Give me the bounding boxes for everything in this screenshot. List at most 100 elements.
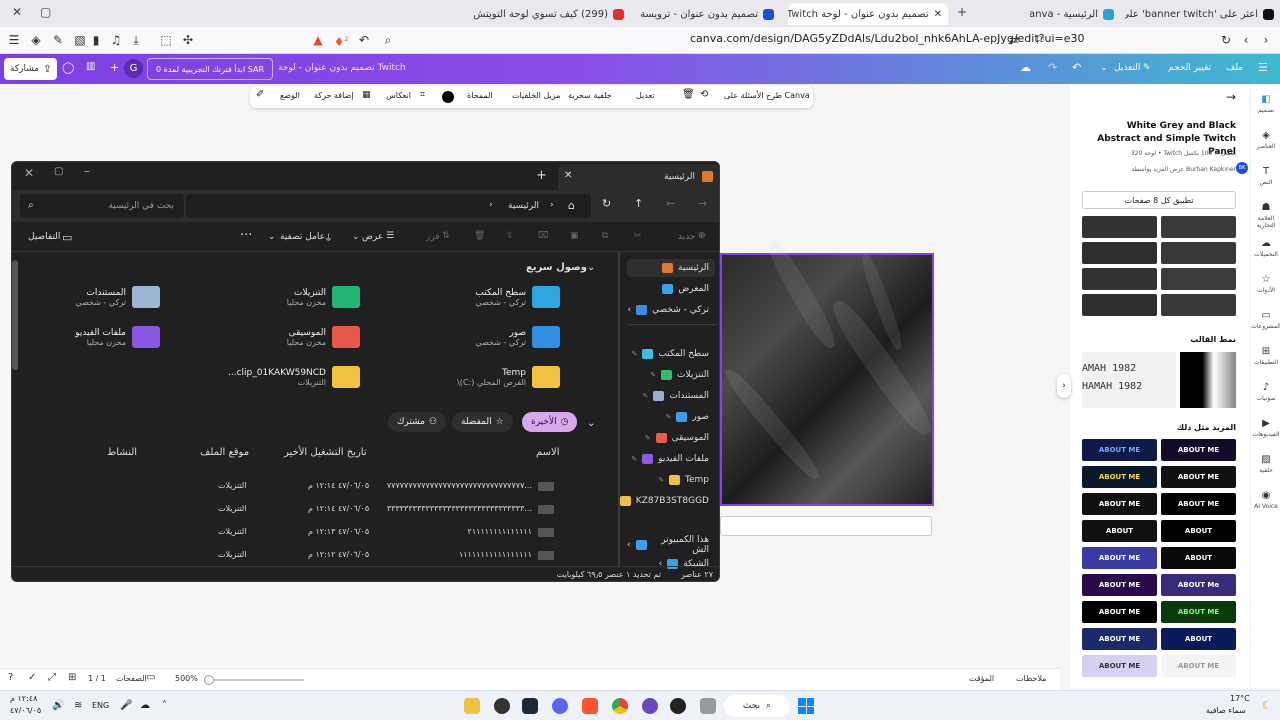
page-thumb[interactable] [1161, 216, 1236, 238]
close-window-icon[interactable]: ✕ [12, 5, 22, 19]
image-icon[interactable]: ▧ [72, 32, 88, 48]
quick-access-item[interactable]: clip_01KAKW59NCD... التنزيلات [180, 366, 360, 388]
address-bar[interactable]: canva.com/design/DAG5yZDdAls/Ldu2bol_nhk… [690, 32, 1085, 45]
nav-item[interactable]: ملفات الفيديو ✎ [627, 450, 715, 468]
tab-tiktok[interactable]: اعثر على 'banner twitch' على TikTok [1125, 3, 1280, 25]
start-button[interactable] [798, 698, 814, 714]
sort-button[interactable]: فرز [426, 232, 440, 242]
share-icon[interactable]: ⇪ [506, 231, 514, 241]
trial-button[interactable]: ابدأ فترتك التجريبية لمدة 0 SAR [147, 58, 274, 80]
pages-icon[interactable]: ▭ [146, 672, 155, 683]
page-thumb[interactable] [1082, 242, 1157, 264]
resize-button[interactable]: تغيير الحجم [1168, 63, 1211, 73]
zoom-slider[interactable] [204, 675, 304, 685]
nav-item[interactable]: تركي - شخصي › [627, 301, 715, 319]
screenshot-icon[interactable]: ⬚ [158, 32, 174, 48]
quick-access-item[interactable]: صور تركي - شخصي [380, 326, 560, 348]
tab-twitter-header[interactable]: تصميم بدون عنوان - ترويسة تويتر [640, 3, 780, 25]
app-icon[interactable] [642, 698, 658, 714]
up-icon[interactable]: ↑ [634, 197, 643, 210]
tab-canva-home[interactable]: الرئيسية - Canva [1030, 3, 1120, 25]
cut-icon[interactable]: ✂ [634, 231, 642, 241]
hamburger-icon[interactable]: ☰ [1258, 61, 1268, 74]
side-nav-item[interactable]: ▶ الفيديوهات [1251, 418, 1280, 438]
view-button[interactable]: عرض [362, 232, 383, 242]
tab-youtube[interactable]: (299) كيف تسوي لوحة التويتش - YouTube [470, 3, 630, 25]
nav-item[interactable]: المستندات ✎ [627, 387, 715, 405]
side-nav-item[interactable]: ◧ تصميم [1251, 94, 1280, 114]
template-thumb[interactable]: ABOUT Me [1161, 574, 1236, 596]
avatar[interactable]: G [124, 59, 143, 78]
explorer-tab[interactable]: ✕ الرئيسية [558, 164, 719, 190]
template-thumb[interactable]: ABOUT ME [1082, 628, 1157, 650]
discord-icon[interactable] [552, 698, 568, 714]
pages-button[interactable]: الصفحات [116, 674, 147, 683]
breadcrumb[interactable]: الرئيسية [508, 201, 539, 211]
page-thumb[interactable] [1082, 216, 1157, 238]
music-icon[interactable]: ♫ [108, 32, 124, 48]
nav-item[interactable]: هذا الكمبيوتر الش › [627, 535, 715, 555]
add-collaborator-icon[interactable]: + [110, 61, 119, 74]
chevron-left-icon[interactable]: › [489, 200, 493, 210]
edit-icon[interactable]: ✎ [50, 32, 66, 48]
quick-access-item[interactable]: Temp القرص المحلي (:C)\ [380, 366, 560, 388]
mic-icon[interactable]: 🎤 [120, 700, 132, 711]
template-thumb[interactable]: ABOUT [1161, 520, 1236, 542]
page-thumb[interactable] [1082, 268, 1157, 290]
nav-item[interactable]: المعرض [627, 280, 715, 298]
minimize-window-icon[interactable]: – [84, 164, 90, 178]
template-thumb[interactable]: ABOUT ME [1082, 601, 1157, 623]
rename-icon[interactable]: ⌧ [538, 231, 548, 241]
back-icon[interactable]: ← [666, 197, 675, 210]
add-page-bar[interactable] [720, 516, 932, 536]
template-thumb[interactable]: ABOUT ME [1082, 439, 1157, 461]
brave-icon[interactable] [582, 698, 598, 714]
chevron-down-icon[interactable]: ⌄ [587, 262, 595, 273]
page-thumb[interactable] [1161, 294, 1236, 316]
maximize-window-icon[interactable]: ▢ [40, 5, 51, 19]
download-icon[interactable]: ⤓ [128, 32, 144, 48]
undo-icon[interactable]: ↶ [356, 32, 372, 48]
chevron-icon[interactable]: › [628, 305, 632, 315]
magic-bg-button[interactable]: خلفية سحرية [568, 91, 612, 100]
template-thumb[interactable]: ABOUT ME [1082, 493, 1157, 515]
details-pane-icon[interactable]: ▭ [62, 231, 72, 244]
chrome-icon[interactable] [612, 698, 628, 714]
new-button[interactable]: جديد [678, 232, 696, 242]
paste-icon[interactable]: ▣ [570, 231, 579, 241]
weather-temp[interactable]: 17°C [1230, 694, 1250, 703]
scrollbar[interactable] [12, 260, 18, 370]
template-thumb[interactable]: ABOUT ME [1161, 439, 1236, 461]
forward-icon[interactable]: › [1258, 32, 1274, 48]
tab-twitch-panel[interactable]: ✕ تصميم بدون عنوان - لوحة Twitch [788, 3, 948, 25]
page-thumb[interactable] [1161, 242, 1236, 264]
apply-all-button[interactable]: تطبيق كل 8 صفحات [1082, 191, 1236, 209]
column-name[interactable]: الاسم [536, 447, 560, 458]
nav-item[interactable]: الرئيسية [627, 259, 715, 277]
address-bar[interactable]: › الرئيسية › ⌂ [186, 194, 591, 218]
share-button[interactable]: مشاركة ⇪ [4, 58, 58, 80]
table-row[interactable]: ٢١١١١١١١١١١١١١١ ٤٧/٠٦/٠٥ ١٢:١٣ م التنزيلات [32, 524, 592, 542]
table-row[interactable]: ...٧٧٧٧٧٧٧٧٧٧٧٧٧٧٧٧٧٧٧٧٧٧٧٧٧٧٧٧٧٧٧٧ ٤٧/٠٦… [32, 478, 592, 496]
document-title[interactable]: تصميم بدون عنوان - لوحة Twitch [278, 63, 406, 73]
quick-access-item[interactable]: التنزيلات مخزن محليا [180, 286, 360, 308]
nav-item[interactable]: KZ87B3ST8GGD [619, 492, 715, 510]
crop-icon[interactable]: ⌗ [420, 90, 425, 100]
template-thumb[interactable]: ABOUT ME [1082, 574, 1157, 596]
undo-canva-icon[interactable]: ↶ [1072, 61, 1081, 74]
quick-access-item[interactable]: ملفات الفيديو مخزن محليا [12, 326, 160, 348]
template-thumb[interactable]: ABOUT ME [1161, 493, 1236, 515]
cloud-icon[interactable]: ☁ [140, 700, 150, 711]
template-thumb[interactable]: ABOUT ME [1161, 466, 1236, 488]
template-thumb[interactable]: ABOUT ME [1161, 601, 1236, 623]
steam-icon[interactable] [522, 698, 538, 714]
weather-desc[interactable]: سماء صافية [1206, 706, 1246, 715]
bookmark-icon[interactable]: ⚐ [1032, 32, 1048, 48]
tab-close-icon[interactable]: ✕ [934, 9, 942, 20]
check-icon[interactable]: ✓ [28, 672, 36, 683]
edit-menu[interactable]: التعديل [1114, 63, 1140, 73]
settings-icon[interactable] [670, 698, 686, 714]
column-activity[interactable]: النشاط [107, 447, 137, 458]
side-nav-item[interactable]: ♪ صوتيات [1251, 382, 1280, 402]
animate-button[interactable]: إضافة حركة [314, 91, 354, 100]
